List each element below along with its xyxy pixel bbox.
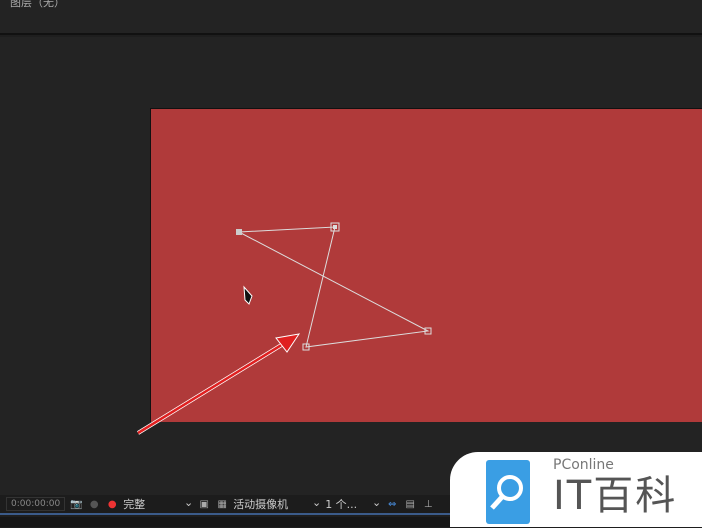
toggle-pixel-aspect-icon[interactable]: ⇔ — [385, 498, 399, 510]
red-arrow-icon — [136, 333, 301, 435]
pen-cursor-icon — [243, 285, 253, 305]
camera-snapshot-icon[interactable]: 📷 — [69, 498, 83, 510]
timecode[interactable]: 0:00:00:00 — [6, 497, 66, 511]
logo-name: IT百科 — [553, 473, 678, 519]
chevron-down-icon: ⌄ — [371, 496, 382, 509]
pen-path — [238, 226, 430, 348]
show-snapshot-icon[interactable]: ● — [87, 498, 101, 510]
resolution-value: 完整 — [123, 498, 146, 511]
views-value: 1 个... — [325, 498, 358, 511]
logo-brand: PConline — [553, 457, 614, 473]
resolution-dropdown[interactable]: 完整 ⌄ — [123, 496, 193, 512]
camera-value: 活动摄像机 — [233, 498, 289, 511]
mask-path-overlay[interactable] — [0, 0, 702, 527]
chevron-down-icon: ⌄ — [183, 496, 194, 509]
color-channels-icon[interactable]: ● — [105, 498, 119, 510]
path-vertex — [236, 229, 242, 235]
watermark-logo: PConline IT百科 — [450, 452, 702, 527]
chevron-down-icon: ⌄ — [311, 496, 322, 509]
views-dropdown[interactable]: 1 个... ⌄ — [325, 496, 381, 512]
region-of-interest-icon[interactable]: ▣ — [197, 498, 211, 510]
fast-preview-icon[interactable]: ▤ — [403, 498, 417, 510]
timeline-icon[interactable]: ⊥ — [421, 498, 435, 510]
path-vertex — [333, 225, 337, 229]
camera-dropdown[interactable]: 活动摄像机 ⌄ — [233, 496, 321, 512]
transparency-grid-icon[interactable]: ▦ — [215, 498, 229, 510]
magnifier-logo-icon — [486, 460, 530, 524]
